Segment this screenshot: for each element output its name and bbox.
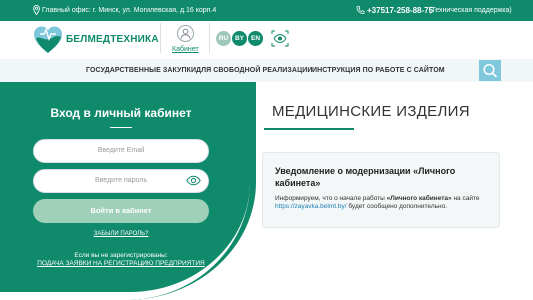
notice-link[interactable]: https://zayavka.belmt.by/ xyxy=(275,203,347,210)
main-nav: ГОСУДАРСТВЕННЫЕ ЗАКУПКИ ДЛЯ СВОБОДНОЙ РЕ… xyxy=(0,59,533,82)
header: БЕЛМЕДТЕХНИКА Кабинет RU BY EN xyxy=(0,21,533,59)
page-title-underline xyxy=(264,128,354,130)
support-phone[interactable]: +37517-258-88-75 xyxy=(367,6,433,15)
lang-by-button[interactable]: BY xyxy=(232,31,247,46)
logo-heart-icon[interactable] xyxy=(32,24,64,56)
notice-text: Информируем, что о начале работы «Личног… xyxy=(275,195,480,210)
cabinet-label[interactable]: Кабинет xyxy=(172,46,199,53)
show-password-eye-icon[interactable] xyxy=(186,175,201,186)
page-title: МЕДИЦИНСКИЕ ИЗДЕЛИЯ xyxy=(272,103,470,120)
location-pin-icon xyxy=(33,5,40,15)
office-address: Главный офис: г. Минск, ул. Могилевская,… xyxy=(42,7,217,14)
search-icon xyxy=(483,63,497,78)
lang-ru-button[interactable]: RU xyxy=(216,31,231,46)
notice-title: Уведомление о модернизации «Личного каби… xyxy=(275,166,456,188)
cabinet-button[interactable]: Кабинет xyxy=(172,23,199,53)
login-title: Вход в личный кабинет xyxy=(50,106,192,120)
header-divider xyxy=(209,23,210,53)
phone-icon xyxy=(356,6,365,14)
notice-card: Уведомление о модернизации «Личного каби… xyxy=(262,152,500,228)
user-avatar-icon xyxy=(176,25,194,42)
logo-text[interactable]: БЕЛМЕДТЕХНИКА xyxy=(66,34,159,45)
lang-en-button[interactable]: EN xyxy=(248,31,263,46)
support-phone-note: (Техническая поддержка) xyxy=(429,7,512,14)
search-button[interactable] xyxy=(479,60,501,81)
top-bar: Главный офис: г. Минск, ул. Могилевская,… xyxy=(0,0,533,21)
not-registered-text: Если вы не зарегистрированы: xyxy=(74,252,168,259)
nav-item-site-instructions[interactable]: ИНСТРУКЦИЯ ПО РАБОТЕ С САЙТОМ xyxy=(312,67,445,74)
register-company-link[interactable]: ПОДАЧА ЗАЯВКИ НА РЕГИСТРАЦИЮ ПРЕДПРИЯТИЯ xyxy=(33,260,209,268)
login-title-underline xyxy=(110,127,132,128)
nav-item-free-sale[interactable]: ДЛЯ СВОБОДНОЙ РЕАЛИЗАЦИИ xyxy=(196,67,313,74)
header-divider xyxy=(160,23,161,53)
login-button[interactable]: Войти в кабинет xyxy=(33,199,209,223)
password-input[interactable]: Введите пароль xyxy=(33,169,209,193)
forgot-password-link[interactable]: ЗАБЫЛИ ПАРОЛЬ? xyxy=(33,231,209,237)
nav-item-public-procurement[interactable]: ГОСУДАРСТВЕННЫЕ ЗАКУПКИ xyxy=(86,67,196,74)
accessibility-eye-icon[interactable] xyxy=(271,30,289,47)
email-input[interactable]: Введите Email xyxy=(33,139,209,163)
